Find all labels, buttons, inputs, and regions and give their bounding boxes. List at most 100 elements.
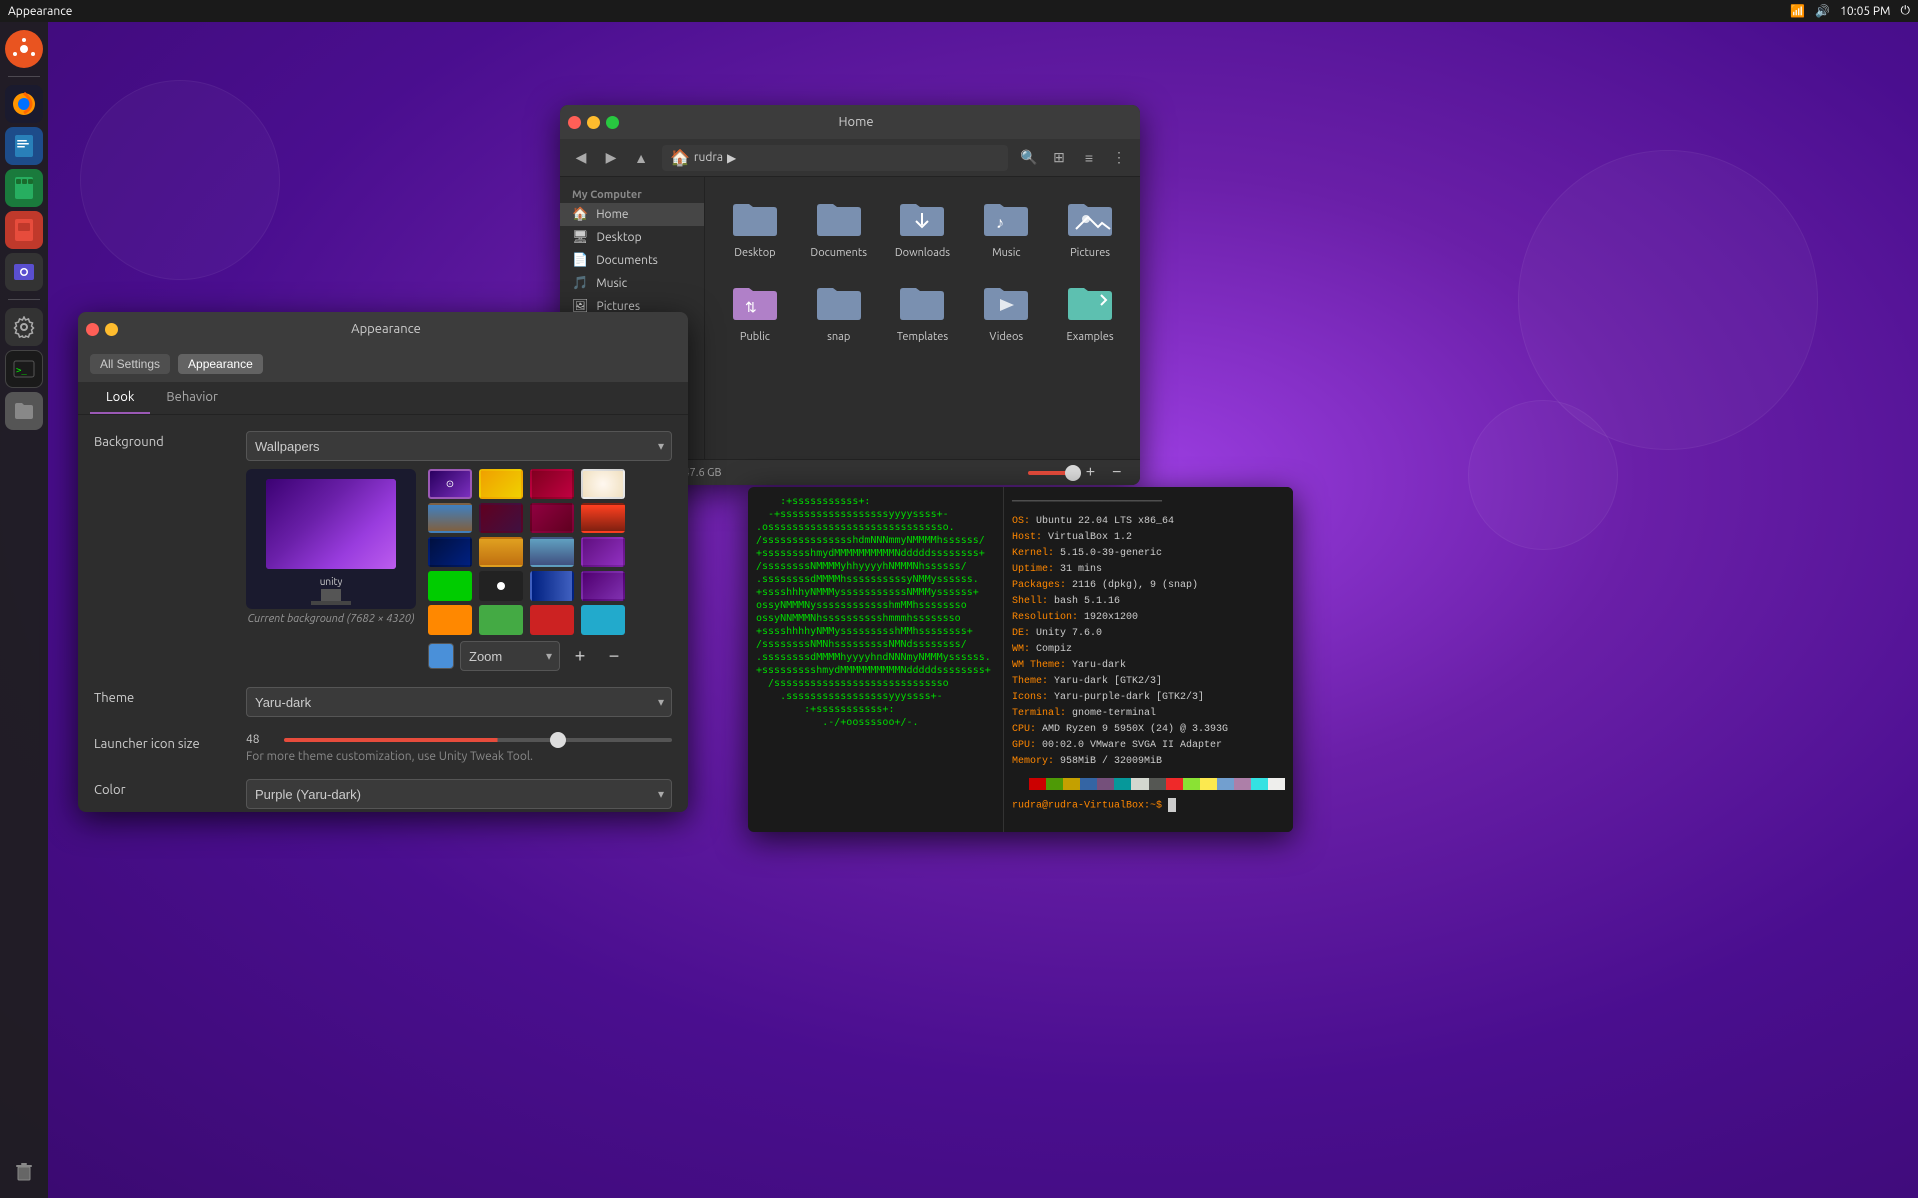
file-manager-close-button[interactable] (568, 116, 581, 129)
status-zoom-minus[interactable]: − (1106, 460, 1128, 486)
sys-icons: Yaru-purple-dark [GTK2/3] (1054, 692, 1204, 703)
wallpaper-thumb-13[interactable] (428, 571, 472, 601)
sys-memory: 958MiB / 32009MiB (1060, 756, 1162, 767)
wallpaper-thumb-8[interactable] (581, 503, 625, 533)
theme-select[interactable]: Yaru-dark Yaru Ambiance Radiance (246, 687, 672, 717)
zoom-select[interactable]: Zoom Centered Scaled Stretched Wallpaper (460, 641, 560, 671)
wallpaper-thumb-19[interactable] (530, 605, 574, 635)
file-label-pictures: Pictures (1070, 247, 1110, 259)
wallpaper-thumb-2[interactable] (479, 469, 523, 499)
wallpaper-thumb-15[interactable] (530, 571, 574, 601)
wallpaper-add-button[interactable]: + (566, 642, 594, 670)
launcher-terminal-icon[interactable]: >_ (5, 350, 43, 388)
wallpaper-thumb-14[interactable] (479, 571, 523, 601)
launcher-trash-icon[interactable] (5, 1152, 43, 1190)
file-item-templates[interactable]: Templates (885, 273, 961, 349)
launcher-writer-icon[interactable] (5, 127, 43, 165)
sidebar-item-documents[interactable]: 📄 Documents (560, 249, 704, 272)
svg-text:♪: ♪ (996, 214, 1004, 232)
fm-list-view-button[interactable]: ≡ (1076, 145, 1102, 171)
clock: 10:05 PM (1840, 5, 1890, 18)
launcher-shotwell-icon[interactable] (5, 253, 43, 291)
file-item-documents[interactable]: Documents (801, 189, 877, 265)
wallpaper-type-select-wrapper: Wallpapers Colors & Gradients Pictures F… (246, 431, 672, 461)
color-control: Purple (Yaru-dark) Blue (Yaru) Green (Ya… (246, 779, 672, 809)
nav-appearance-button[interactable]: Appearance (178, 354, 263, 374)
background-color-swatch[interactable] (428, 643, 454, 669)
launcher-impress-icon[interactable] (5, 211, 43, 249)
theme-control: Yaru-dark Yaru Ambiance Radiance (246, 687, 672, 717)
fm-menu-button[interactable]: ⋮ (1106, 145, 1132, 171)
terminal-body[interactable]: :+sssssssssss+: -+ssssssssssssssssssyyyy… (748, 487, 1003, 832)
file-item-downloads[interactable]: Downloads (885, 189, 961, 265)
fm-up-button[interactable]: ▲ (628, 145, 654, 171)
wallpaper-thumb-20[interactable] (581, 605, 625, 635)
wallpaper-thumb-12[interactable] (581, 537, 625, 567)
appearance-content: Background Wallpapers Colors & Gradients… (78, 415, 688, 812)
file-label-desktop: Desktop (734, 247, 775, 259)
sidebar-item-home[interactable]: 🏠 Home (560, 203, 704, 226)
power-icon[interactable]: ⏻ (1901, 4, 1911, 18)
sidebar-item-music[interactable]: 🎵 Music (560, 272, 704, 295)
fm-icon-view-button[interactable]: ⊞ (1046, 145, 1072, 171)
tab-look[interactable]: Look (90, 382, 150, 414)
status-zoom-controls: + − (1028, 460, 1128, 486)
color-select[interactable]: Purple (Yaru-dark) Blue (Yaru) Green (Ya… (246, 779, 672, 809)
sys-theme: Yaru-dark [GTK2/3] (1054, 676, 1162, 687)
file-item-desktop[interactable]: Desktop (717, 189, 793, 265)
wallpaper-thumb-4[interactable] (581, 469, 625, 499)
file-label-documents: Documents (810, 247, 867, 259)
launcher-firefox-icon[interactable] (5, 85, 43, 123)
volume-icon[interactable]: 🔊 (1815, 4, 1830, 18)
launcher-settings-icon[interactable] (5, 308, 43, 346)
wallpaper-thumb-1[interactable]: ⊙ (428, 469, 472, 499)
breadcrumb-arrow: ▶ (727, 151, 736, 165)
nav-all-settings-button[interactable]: All Settings (90, 354, 170, 374)
launcher-files-icon[interactable] (5, 392, 43, 430)
sys-host: VirtualBox 1.2 (1048, 532, 1132, 543)
wallpaper-thumb-18[interactable] (479, 605, 523, 635)
wallpaper-thumb-5[interactable] (428, 503, 472, 533)
appearance-nav: All Settings Appearance (78, 346, 688, 382)
wallpaper-thumb-16[interactable] (581, 571, 625, 601)
sidebar-music-label: Music (596, 277, 627, 290)
fm-forward-button[interactable]: ▶ (598, 145, 624, 171)
file-item-pictures[interactable]: Pictures (1052, 189, 1128, 265)
wallpaper-preview-area: unity Current background (7682 × 4320) ⊙ (246, 469, 672, 671)
appearance-minimize-button[interactable] (105, 323, 118, 336)
network-icon[interactable]: 📶 (1790, 4, 1805, 18)
svg-text:⇅: ⇅ (745, 299, 757, 315)
background-label: Background (94, 431, 234, 449)
wallpaper-remove-button[interactable]: − (600, 642, 628, 670)
file-item-examples[interactable]: Examples (1052, 273, 1128, 349)
file-item-snap[interactable]: snap (801, 273, 877, 349)
wallpaper-thumb-9[interactable] (428, 537, 472, 567)
status-zoom-plus[interactable]: + (1079, 460, 1101, 486)
fm-search-button[interactable]: 🔍 (1016, 145, 1042, 171)
file-manager-maximize-button[interactable] (606, 116, 619, 129)
appearance-close-button[interactable] (86, 323, 99, 336)
file-label-videos: Videos (989, 331, 1023, 343)
wallpaper-thumb-3[interactable] (530, 469, 574, 499)
launcher-size-slider[interactable] (284, 738, 672, 742)
sys-wm-theme: Yaru-dark (1072, 660, 1126, 671)
wallpaper-type-select[interactable]: Wallpapers Colors & Gradients Pictures F… (246, 431, 672, 461)
appearance-window: Appearance All Settings Appearance Look … (78, 312, 688, 812)
file-item-videos[interactable]: Videos (968, 273, 1044, 349)
file-item-music[interactable]: ♪ Music (968, 189, 1044, 265)
file-manager-minimize-button[interactable] (587, 116, 600, 129)
sidebar-item-desktop[interactable]: 🖥 Desktop (560, 226, 704, 249)
file-manager-toolbar: ◀ ▶ ▲ 🏠 rudra ▶ 🔍 ⊞ ≡ ⋮ (560, 139, 1140, 177)
terminal-color-bar (1012, 778, 1285, 790)
launcher-calc-icon[interactable] (5, 169, 43, 207)
wallpaper-thumb-7[interactable] (530, 503, 574, 533)
file-item-public[interactable]: ⇅ Public (717, 273, 793, 349)
sys-de: Unity 7.6.0 (1036, 628, 1102, 639)
wallpaper-thumb-11[interactable] (530, 537, 574, 567)
fm-back-button[interactable]: ◀ (568, 145, 594, 171)
wallpaper-thumb-17[interactable] (428, 605, 472, 635)
wallpaper-thumb-6[interactable] (479, 503, 523, 533)
wallpaper-thumb-10[interactable] (479, 537, 523, 567)
tab-behavior[interactable]: Behavior (150, 382, 234, 414)
launcher-ubuntu-icon[interactable] (5, 30, 43, 68)
